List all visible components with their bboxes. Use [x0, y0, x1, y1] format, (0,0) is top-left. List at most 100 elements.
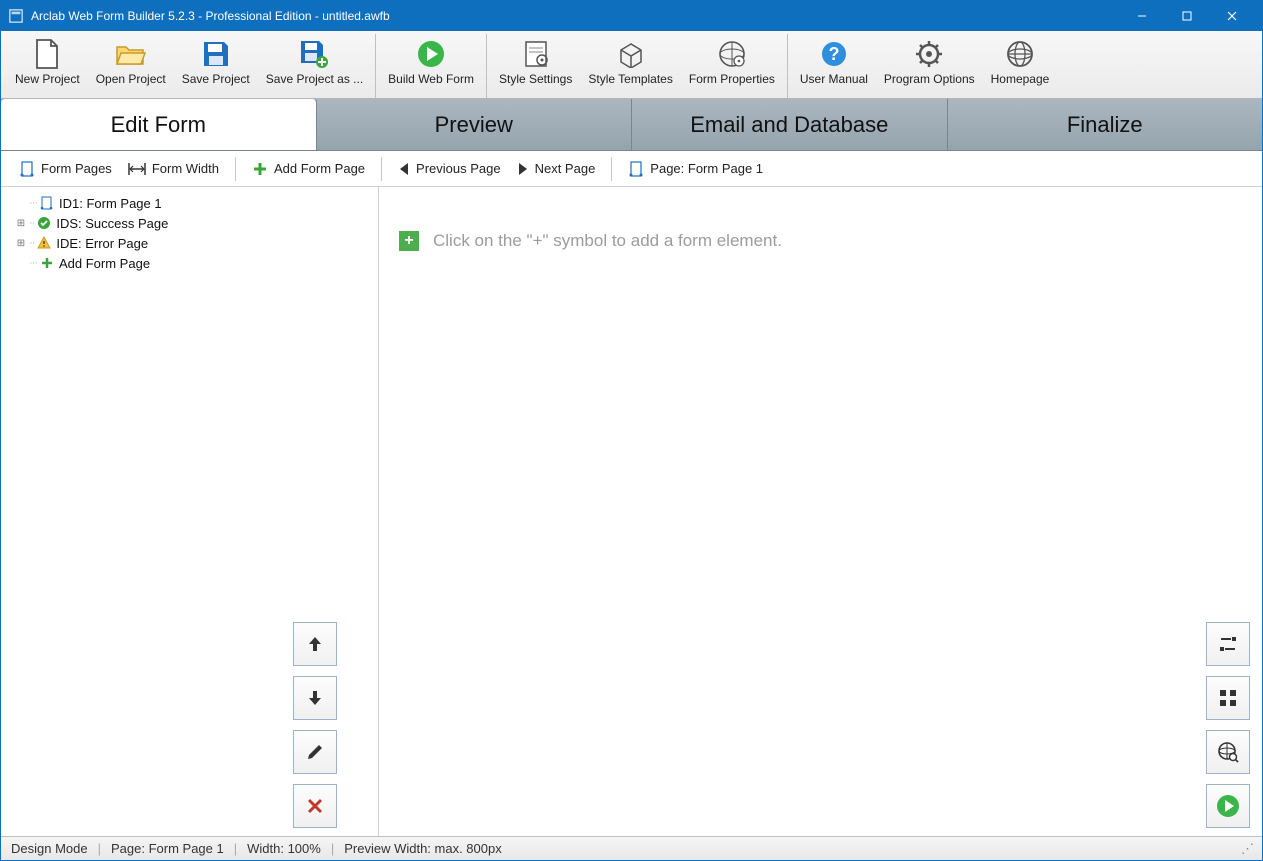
close-button[interactable] [1209, 1, 1254, 31]
play-icon [416, 38, 446, 70]
tree-label: IDS: Success Page [56, 216, 168, 231]
tree-expander [15, 258, 27, 269]
add-element-hint: + Click on the "+" symbol to add a form … [399, 231, 1242, 251]
main-tabs: Edit Form Preview Email and Database Fin… [1, 99, 1262, 151]
toolbar-label: User Manual [800, 72, 868, 86]
tree-item-form-page[interactable]: ··· ID1: Form Page 1 [5, 193, 374, 213]
style-settings-button[interactable]: Style Settings [491, 34, 580, 98]
form-pages-button[interactable]: Form Pages [11, 158, 120, 180]
tree-item-add-page[interactable]: ··· Add Form Page [5, 253, 374, 273]
form-width-button[interactable]: Form Width [120, 158, 227, 179]
plus-icon [252, 161, 268, 177]
save-icon [202, 38, 230, 70]
next-page-button[interactable]: Next Page [509, 158, 604, 179]
tree-panel: ··· ID1: Form Page 1 ⊞ ·· IDS: Success P… [1, 187, 379, 836]
tree-action-buttons [293, 622, 337, 828]
move-down-button[interactable] [293, 676, 337, 720]
page-tree: ··· ID1: Form Page 1 ⊞ ·· IDS: Success P… [5, 193, 374, 273]
tree-label: IDE: Error Page [56, 236, 148, 251]
toolbar-label: New Project [15, 72, 80, 86]
sub-toolbar: Form Pages Form Width Add Form Page Prev… [1, 151, 1262, 187]
settings-toggle-button[interactable] [1206, 622, 1250, 666]
current-page-indicator[interactable]: Page: Form Page 1 [620, 158, 771, 180]
toolbar-label: Build Web Form [388, 72, 474, 86]
sub-label: Next Page [535, 161, 596, 176]
separator: | [98, 841, 101, 856]
svg-text:?: ? [828, 44, 839, 64]
style-templates-button[interactable]: Style Templates [580, 34, 681, 98]
new-project-button[interactable]: New Project [7, 34, 88, 98]
toolbar-label: Program Options [884, 72, 975, 86]
form-properties-button[interactable]: Form Properties [681, 34, 783, 98]
save-project-button[interactable]: Save Project [174, 34, 258, 98]
style-settings-icon [524, 38, 548, 70]
window-title: Arclab Web Form Builder 5.2.3 - Professi… [31, 9, 1119, 23]
previous-page-button[interactable]: Previous Page [390, 158, 509, 179]
tree-dots: ·· [29, 237, 34, 249]
editor-panel: + Click on the "+" symbol to add a form … [379, 187, 1262, 836]
edit-button[interactable] [293, 730, 337, 774]
tree-expander[interactable]: ⊞ [15, 238, 27, 249]
resize-grip[interactable]: ⋰ [1241, 841, 1252, 857]
run-preview-button[interactable] [1206, 784, 1250, 828]
save-project-as-button[interactable]: Save Project as ... [258, 34, 371, 98]
triangle-left-icon [398, 162, 410, 176]
separator: | [234, 841, 237, 856]
toolbar-label: Style Settings [499, 72, 572, 86]
tree-expander[interactable]: ⊞ [15, 218, 27, 229]
tree-item-error-page[interactable]: ⊞ ·· IDE: Error Page [5, 233, 374, 253]
page-icon [628, 161, 644, 177]
sub-label: Previous Page [416, 161, 501, 176]
toolbar-label: Save Project as ... [266, 72, 363, 86]
editor-action-buttons [1206, 622, 1250, 828]
status-page: Page: Form Page 1 [111, 841, 224, 856]
sub-label: Add Form Page [274, 161, 365, 176]
tree-expander [15, 198, 27, 209]
triangle-right-icon [517, 162, 529, 176]
titlebar: Arclab Web Form Builder 5.2.3 - Professi… [1, 1, 1262, 31]
tree-item-success-page[interactable]: ⊞ ·· IDS: Success Page [5, 213, 374, 233]
build-web-form-button[interactable]: Build Web Form [380, 34, 482, 98]
toolbar-label: Homepage [991, 72, 1050, 86]
tree-label: Add Form Page [59, 256, 150, 271]
tree-dots: ··· [29, 257, 37, 269]
content-area: ··· ID1: Form Page 1 ⊞ ·· IDS: Success P… [1, 187, 1262, 836]
move-up-button[interactable] [293, 622, 337, 666]
globe-search-button[interactable] [1206, 730, 1250, 774]
minimize-button[interactable] [1119, 1, 1164, 31]
open-project-button[interactable]: Open Project [88, 34, 174, 98]
hint-text: Click on the "+" symbol to add a form el… [433, 231, 782, 251]
toolbar-label: Open Project [96, 72, 166, 86]
status-preview-width: Preview Width: max. 800px [344, 841, 502, 856]
tree-label: ID1: Form Page 1 [59, 196, 162, 211]
tree-dots: ·· [29, 217, 34, 229]
toolbar-label: Form Properties [689, 72, 775, 86]
grid-button[interactable] [1206, 676, 1250, 720]
tab-preview[interactable]: Preview [317, 99, 633, 150]
tab-email-database[interactable]: Email and Database [632, 99, 948, 150]
main-toolbar: New Project Open Project Save Project Sa… [1, 31, 1262, 99]
program-options-button[interactable]: Program Options [876, 34, 983, 98]
add-element-button[interactable]: + [399, 231, 419, 251]
tab-edit-form[interactable]: Edit Form [1, 99, 317, 150]
toolbar-label: Save Project [182, 72, 250, 86]
app-icon [9, 9, 23, 23]
page-icon [19, 161, 35, 177]
warning-icon [36, 235, 52, 251]
page-icon [39, 195, 55, 211]
maximize-button[interactable] [1164, 1, 1209, 31]
user-manual-button[interactable]: ? User Manual [792, 34, 876, 98]
delete-button[interactable] [293, 784, 337, 828]
tab-finalize[interactable]: Finalize [948, 99, 1263, 150]
sub-label: Form Pages [41, 161, 112, 176]
folder-open-icon [115, 38, 147, 70]
add-form-page-button[interactable]: Add Form Page [244, 158, 373, 180]
toolbar-label: Style Templates [588, 72, 673, 86]
sub-label: Form Width [152, 161, 219, 176]
globe-gear-icon [718, 38, 746, 70]
homepage-button[interactable]: Homepage [983, 34, 1058, 98]
plus-icon [39, 255, 55, 271]
check-circle-icon [36, 215, 52, 231]
separator [235, 157, 236, 181]
status-width: Width: 100% [247, 841, 321, 856]
